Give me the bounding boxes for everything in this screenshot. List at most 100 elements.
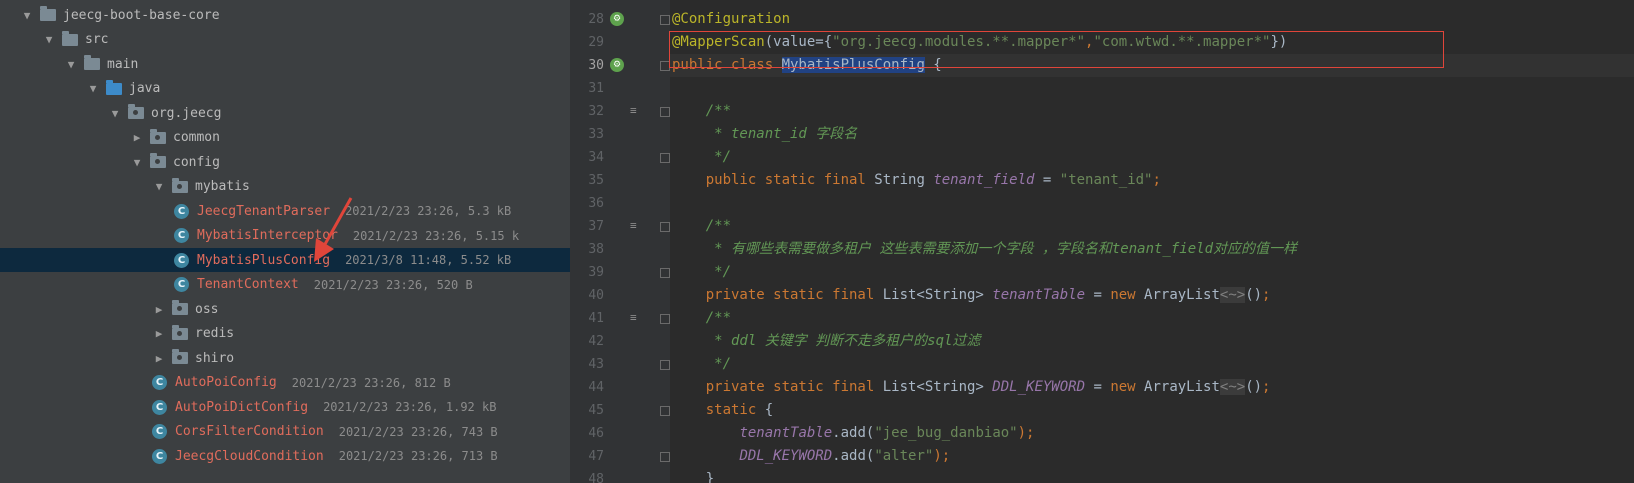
tree-row-label: org.jeecg [151,105,222,121]
code-token: /** [672,218,732,234]
expand-arrow-right-icon[interactable]: ▶ [152,303,166,316]
fold-marker-icon[interactable] [660,15,670,25]
code-token: "jee_bug_danbiao" [874,425,1018,441]
fold-marker-icon[interactable] [660,107,670,117]
package-icon [172,349,188,364]
tree-row-oss[interactable]: ▶ oss [0,297,570,321]
tree-row-label: common [173,130,220,145]
tree-row-mybatisinterceptor[interactable]: C MybatisInterceptor 2021/2/23 23:26, 5.15… [0,224,570,248]
line-number: 45 [588,403,604,418]
tree-row-main[interactable]: ▼ main [0,52,570,76]
fold-marker-icon[interactable] [660,360,670,370]
code-token: ); [933,448,951,464]
package-icon [172,177,188,193]
code-line[interactable]: tenantTable.add("jee_bug_danbiao"); [672,422,1034,445]
tree-row-label: AutoPoiConfig [175,375,277,390]
code-token: DDL_KEYWORD [739,448,833,464]
code-editor[interactable]: 28 ⚙ 29 30 ⚙ 31 32 ≡ 33 34 35 36 37 ≡ 38 39 40 41 ≡ 42 43 44 4… [570,0,1634,483]
project-tree-panel[interactable]: ▼ jeecg-boot-base-core ▼ src ▼ main ▼ java ▼ org.… [0,0,570,483]
tree-row-label: AutoPoiDictConfig [175,399,309,415]
folder-icon [62,30,78,46]
expand-arrow-down-icon[interactable]: ▼ [108,107,122,120]
source-folder-icon [106,79,122,95]
tree-row-config[interactable]: ▼ config [0,150,570,174]
code-line[interactable]: private static final List<String> tenant… [672,284,1270,307]
code-token: ; [1262,379,1271,395]
expand-arrow-down-icon[interactable]: ▼ [20,9,34,22]
expand-arrow-down-icon[interactable]: ▼ [86,82,100,95]
expand-arrow-down-icon[interactable]: ▼ [42,33,56,46]
tree-row-shiro[interactable]: ▶ shiro [0,346,570,370]
line-number: 32 [588,104,604,119]
code-line[interactable]: } [672,468,714,483]
code-line[interactable]: * 有哪些表需要做多租户 这些表需要添加一个字段 ，字段名和tenant_fie… [672,238,1297,261]
code-token: ; [1152,172,1161,188]
code-line[interactable]: */ [672,146,731,169]
code-line[interactable]: */ [672,261,731,284]
code-token: = [1034,172,1060,188]
tree-row-src[interactable]: ▼ src [0,28,570,52]
fold-marker-icon[interactable] [660,406,670,416]
code-line[interactable]: /** [672,100,731,123]
code-line[interactable]: public static final String tenant_field … [672,169,1161,192]
class-icon: C [152,448,167,464]
tree-row-tenantcontext[interactable]: C TenantContext 2021/2/23 23:26, 520 B [0,273,570,297]
expand-arrow-down-icon[interactable]: ▼ [152,180,166,193]
line-number: 48 [588,472,604,483]
file-meta: 2021/2/23 23:26, 5.3 kB [345,204,512,218]
tree-row-org-jeecg[interactable]: ▼ org.jeecg [0,101,570,125]
code-line[interactable]: @Configuration [672,8,790,31]
expand-arrow-right-icon[interactable]: ▶ [130,131,144,144]
fold-marker-icon[interactable] [660,268,670,278]
code-token: ArrayList [1144,287,1220,303]
fold-marker-icon[interactable] [660,314,670,324]
code-token: <~> [1219,379,1246,395]
tree-row-jeecgtenantparser[interactable]: C JeecgTenantParser 2021/2/23 23:26, 5.3 k… [0,199,570,223]
tree-row-java[interactable]: ▼ java [0,77,570,101]
code-token: = [1085,287,1111,303]
render-doc-icon[interactable]: ≡ [630,219,637,232]
code-token: "alter" [874,448,934,464]
spring-bean-icon[interactable]: ⚙ [610,12,624,26]
tree-row-label: JeecgCloudCondition [175,448,324,464]
fold-marker-icon[interactable] [660,153,670,163]
line-number: 35 [588,173,604,188]
tree-row-common[interactable]: ▶ common [0,126,570,150]
tree-row-mybatis[interactable]: ▼ mybatis [0,175,570,199]
editor-gutter[interactable]: 28 ⚙ 29 30 ⚙ 31 32 ≡ 33 34 35 36 37 ≡ 38 39 40 41 ≡ 42 43 44 4… [570,0,670,483]
tree-row-jeecg-boot-base-core[interactable]: ▼ jeecg-boot-base-core [0,3,570,27]
tree-row-autopoidictconfig[interactable]: C AutoPoiDictConfig 2021/2/23 23:26, 1.92 … [0,395,570,419]
expand-arrow-down-icon[interactable]: ▼ [64,58,78,71]
expand-arrow-down-icon[interactable]: ▼ [130,156,144,169]
code-token: */ [672,264,732,280]
expand-arrow-right-icon[interactable]: ▶ [152,327,166,340]
code-line[interactable]: private static final List<String> DDL_KE… [672,376,1270,399]
line-number: 36 [588,196,604,211]
fold-marker-icon[interactable] [660,452,670,462]
code-token: () [1245,287,1263,303]
render-doc-icon[interactable]: ≡ [630,104,637,117]
tree-row-jeecgcloudcondition[interactable]: C JeecgCloudCondition 2021/2/23 23:26, 713… [0,444,570,468]
spring-bean-icon[interactable]: ⚙ [610,58,624,72]
tree-row-redis[interactable]: ▶ redis [0,322,570,346]
file-meta: 2021/2/23 23:26, 743 B [338,424,498,439]
expand-arrow-right-icon[interactable]: ▶ [152,352,166,365]
tree-row-autopoiconfig[interactable]: C AutoPoiConfig 2021/2/23 23:26, 812 B [0,371,570,395]
code-line[interactable]: static { [672,399,773,422]
code-token: List<String> [882,379,993,395]
code-token: <~> [1219,287,1246,303]
code-line[interactable]: /** [672,307,731,330]
code-line[interactable]: DDL_KEYWORD.add("alter"); [672,445,950,468]
fold-marker-icon[interactable] [660,222,670,232]
code-line[interactable]: * tenant_id 字段名 [672,123,857,146]
tree-row-corsfiltercondition[interactable]: C CorsFilterCondition 2021/2/23 23:26, 743… [0,420,570,444]
code-line[interactable]: * ddl 关键字 判断不走多租户的sql过滤 [672,330,980,353]
render-doc-icon[interactable]: ≡ [630,311,637,324]
line-number: 40 [588,288,604,303]
tree-row-mybatisplusconfig[interactable]: C MybatisPlusConfig 2021/3/8 11:48, 5.52 k… [0,248,570,272]
code-line[interactable]: /** [672,215,731,238]
tree-row-label: jeecg-boot-base-core [63,7,220,23]
line-number: 38 [588,242,604,257]
file-meta: 2021/2/23 23:26, 1.92 kB [323,400,497,414]
code-line[interactable]: */ [672,353,731,376]
